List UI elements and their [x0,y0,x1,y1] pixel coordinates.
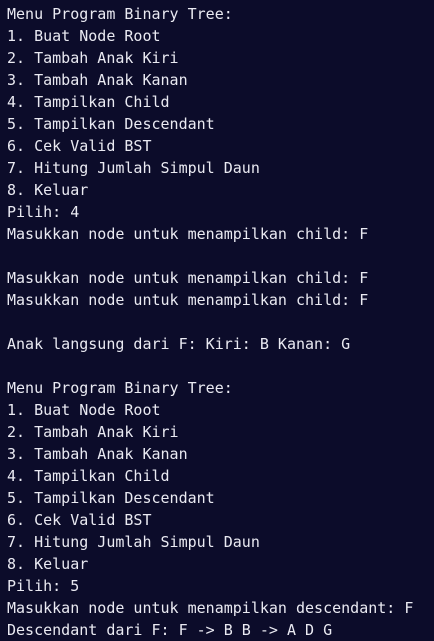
terminal-output: Menu Program Binary Tree: 1. Buat Node R… [0,0,434,641]
terminal-line: Menu Program Binary Tree: [7,379,233,397]
terminal-line: 7. Hitung Jumlah Simpul Daun [7,159,260,177]
terminal-line: 1. Buat Node Root [7,401,161,419]
terminal-line: Masukkan node untuk menampilkan child: F [7,269,369,287]
terminal-line: Menu Program Binary Tree: [7,5,233,23]
terminal-line: Masukkan node untuk menampilkan child: F [7,225,369,243]
terminal-line: Pilih: 5 [7,577,80,595]
terminal-line: 5. Tampilkan Descendant [7,115,215,133]
terminal-line: 3. Tambah Anak Kanan [7,71,188,89]
terminal-line: Masukkan node untuk menampilkan child: F [7,291,369,309]
terminal-line: 8. Keluar [7,555,89,573]
terminal-line: Descendant dari F: F -> B B -> A D G [7,621,333,639]
terminal-line: Masukkan node untuk menampilkan descenda… [7,599,414,617]
terminal-line: 7. Hitung Jumlah Simpul Daun [7,533,260,551]
terminal-line: 8. Keluar [7,181,89,199]
terminal-line: 4. Tampilkan Child [7,93,170,111]
terminal-line: 4. Tampilkan Child [7,467,170,485]
terminal-line: 6. Cek Valid BST [7,511,152,529]
terminal-line: 6. Cek Valid BST [7,137,152,155]
terminal-line: 1. Buat Node Root [7,27,161,45]
terminal-line: Pilih: 4 [7,203,80,221]
terminal-line: 2. Tambah Anak Kiri [7,49,179,67]
terminal-line: 3. Tambah Anak Kanan [7,445,188,463]
terminal-line: 2. Tambah Anak Kiri [7,423,179,441]
terminal-line: 5. Tampilkan Descendant [7,489,215,507]
terminal-line: Anak langsung dari F: Kiri: B Kanan: G [7,335,351,353]
